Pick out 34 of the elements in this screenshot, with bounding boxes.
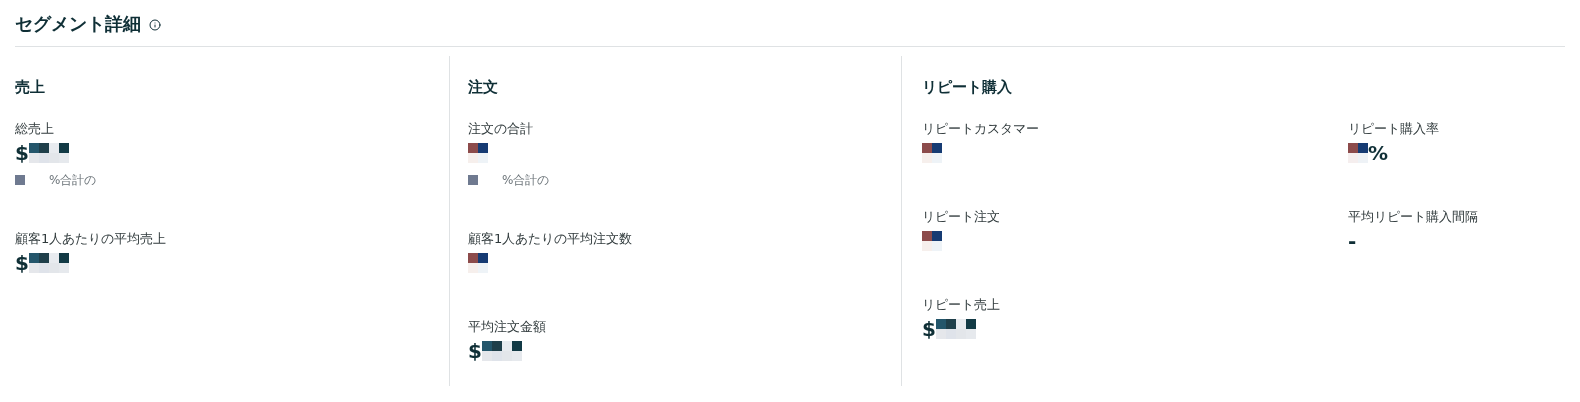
metric-value: - xyxy=(1348,227,1357,255)
metric-label: リピート売上 xyxy=(922,295,1001,314)
page-title: セグメント詳細 xyxy=(15,11,141,36)
metric-label: 顧客1人あたりの平均売上 xyxy=(15,229,167,248)
redaction-mosaic xyxy=(15,174,25,185)
redaction-mosaic xyxy=(468,142,488,163)
redaction-mosaic xyxy=(468,174,478,185)
redaction-mosaic xyxy=(28,252,69,273)
metric-label: リピート注文 xyxy=(922,207,1001,226)
currency-sign: $ xyxy=(468,337,482,365)
redaction-mosaic xyxy=(468,252,488,273)
section-title: 売上 xyxy=(15,77,46,98)
metric-label: 平均リピート購入間隔 xyxy=(1348,207,1478,226)
redaction-mosaic xyxy=(481,340,522,361)
redaction-mosaic xyxy=(1348,142,1368,163)
redaction-mosaic xyxy=(935,318,976,339)
metric-label: 注文の合計 xyxy=(468,119,534,138)
metric-label: リピート購入率 xyxy=(1348,119,1440,138)
currency-sign: $ xyxy=(15,249,29,277)
section-title: 注文 xyxy=(468,77,499,98)
percent-sign: % xyxy=(1368,139,1389,167)
currency-sign: $ xyxy=(922,315,936,343)
metric-note: %合計の xyxy=(49,171,97,189)
redaction-mosaic xyxy=(922,142,942,163)
metric-label: 顧客1人あたりの平均注文数 xyxy=(468,229,633,248)
info-icon[interactable] xyxy=(149,19,161,31)
metric-note: %合計の xyxy=(502,171,550,189)
metric-label: リピートカスタマー xyxy=(922,119,1040,138)
redaction-mosaic xyxy=(28,142,69,163)
currency-sign: $ xyxy=(15,139,29,167)
metric-label: 平均注文金額 xyxy=(468,317,547,336)
section-title: リピート購入 xyxy=(922,77,1013,98)
redaction-mosaic xyxy=(922,230,942,251)
metric-label: 総売上 xyxy=(15,119,55,138)
